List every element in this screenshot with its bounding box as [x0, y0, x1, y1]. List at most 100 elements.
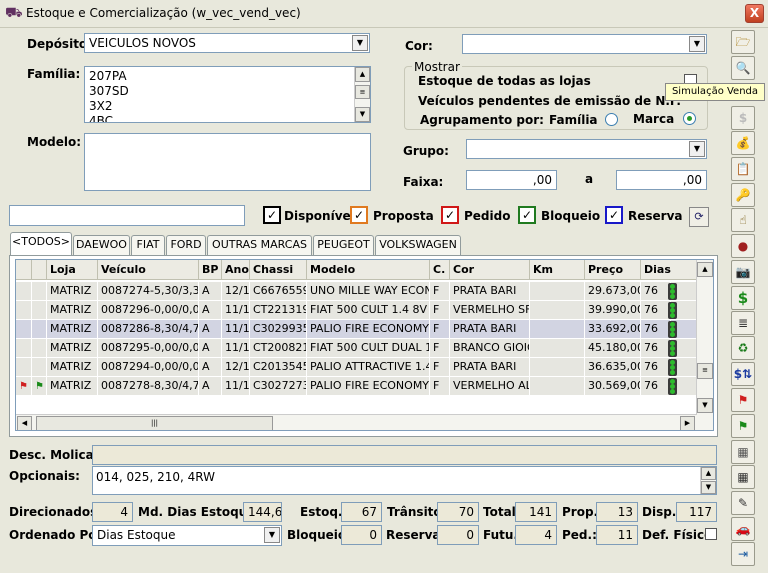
cell-chassi: C2013545 [250, 358, 307, 377]
table-row[interactable]: ⚑⚑MATRIZ0087278-8,30/4,70A11/12C3027273P… [16, 377, 697, 396]
ordenado-select[interactable]: Dias Estoque ▼ [92, 525, 282, 546]
total-value: 141 [515, 502, 557, 522]
list-item[interactable]: 3X2 [89, 99, 366, 114]
chevron-down-icon[interactable]: ▼ [689, 36, 705, 52]
opcionais-field[interactable]: 014, 025, 210, 4RW ▲ ▼ [92, 466, 717, 495]
hand-document-icon[interactable]: ☝ [731, 208, 755, 232]
dollar-disabled-icon[interactable]: $ [731, 106, 755, 130]
column-header-modelo[interactable]: Modelo [307, 260, 430, 280]
tab-outras-marcas[interactable]: OUTRAS MARCAS [207, 235, 312, 255]
red-flag-icon[interactable]: ⚑ [731, 388, 755, 412]
grid-hscrollbar[interactable]: ◀ ||| ▶ [16, 414, 697, 430]
grupo-select[interactable]: ▼ [466, 139, 707, 159]
pedido-checkbox[interactable]: ✓ [441, 206, 459, 224]
dollar-icon[interactable]: $ [731, 286, 755, 310]
open-folder-icon[interactable]: 🗁 [731, 30, 755, 54]
disponivel-checkbox[interactable]: ✓ [263, 206, 281, 224]
column-header-c[interactable]: C. [430, 260, 450, 280]
tab-daewoo[interactable]: DAEWOO [73, 235, 130, 255]
vehicle-grid[interactable]: Loja Veículo BP Ano Chassi Modelo C. Cor… [15, 259, 714, 431]
def-fisico-checkbox[interactable] [705, 528, 717, 540]
familia-list[interactable]: 207PA 307SD 3X2 4BC ▲ ≡ ▼ [84, 66, 371, 123]
familia-scrollbar[interactable]: ▲ ≡ ▼ [354, 67, 370, 122]
calculator-icon[interactable]: ▦ [731, 465, 755, 489]
scroll-up-icon[interactable]: ▲ [697, 262, 713, 277]
tab-fiat[interactable]: FIAT [131, 235, 165, 255]
column-header-bp[interactable]: BP [199, 260, 222, 280]
column-header-cor[interactable]: Cor [450, 260, 530, 280]
cell-cor: PRATA BARI [450, 282, 530, 301]
marca-radio[interactable] [683, 112, 696, 125]
column-header-dias[interactable]: Dias [641, 260, 697, 280]
reserva-checkbox[interactable]: ✓ [605, 206, 623, 224]
chevron-down-icon[interactable]: ▼ [689, 141, 705, 157]
bloqueio-checkbox[interactable]: ✓ [518, 206, 536, 224]
modelo-input[interactable] [84, 133, 371, 191]
camera-icon[interactable]: 📷 [731, 260, 755, 284]
scroll-thumb[interactable]: ≡ [697, 363, 713, 379]
scroll-up-icon[interactable]: ▲ [355, 67, 370, 82]
scroll-left-icon[interactable]: ◀ [17, 416, 32, 430]
traffic-light-icon[interactable]: ● [731, 234, 755, 258]
deposito-select[interactable]: VEICULOS NOVOS ▼ [84, 33, 370, 53]
cor-select[interactable]: ▼ [462, 34, 707, 54]
money-bag-icon[interactable]: 💰 [731, 131, 755, 155]
clipboard-icon[interactable]: 📋 [731, 157, 755, 181]
transito-value: 70 [437, 502, 479, 522]
scroll-right-icon[interactable]: ▶ [680, 416, 695, 430]
table-row[interactable]: MATRIZ0087274-5,30/3,30A12/12C6676559UNO… [16, 282, 697, 301]
tab-todos[interactable]: <TODOS> [10, 232, 72, 256]
column-header-veiculo[interactable]: Veículo [98, 260, 199, 280]
cell-c: F [430, 320, 450, 339]
recycle-icon[interactable]: ♻ [731, 336, 755, 360]
scroll-down-icon[interactable]: ▼ [355, 107, 370, 122]
chevron-down-icon[interactable]: ▼ [352, 35, 368, 51]
grid-edit-icon[interactable]: ▦ [731, 440, 755, 464]
car-icon[interactable]: 🚗 [731, 517, 755, 541]
column-header-ano[interactable]: Ano [222, 260, 250, 280]
tab-ford[interactable]: FORD [166, 235, 206, 255]
column-header-preco[interactable]: Preço [585, 260, 641, 280]
opcionais-scrollbar[interactable]: ▲ ▼ [700, 467, 716, 494]
column-header-chassi[interactable]: Chassi [250, 260, 307, 280]
dollar-transfer-icon[interactable]: $⇅ [731, 362, 755, 386]
list-item[interactable]: 207PA [89, 69, 366, 84]
cell-c: F [430, 339, 450, 358]
column-header-km[interactable]: Km [530, 260, 585, 280]
scroll-up-icon[interactable]: ▲ [701, 467, 716, 480]
list-item[interactable]: 4BC [89, 114, 366, 122]
faixa-from-input[interactable]: ,00 [466, 170, 557, 190]
desc-molicar-label: Desc. Molicar: [9, 448, 105, 462]
opcionais-label: Opcionais: [9, 469, 80, 483]
table-row[interactable]: MATRIZ0087296-0,00/0,00A11/12CT221319FIA… [16, 301, 697, 320]
green-flag-icon[interactable]: ⚑ [731, 414, 755, 438]
tab-peugeot[interactable]: PEUGEOT [313, 235, 374, 255]
key-icon[interactable]: 🔑 [731, 183, 755, 207]
familia-radio[interactable] [605, 113, 618, 126]
scroll-thumb[interactable]: ||| [36, 416, 273, 430]
list-icon[interactable]: ≣ [731, 311, 755, 335]
exit-door-icon[interactable]: ⇥ [731, 542, 755, 566]
scroll-thumb[interactable]: ≡ [355, 85, 370, 99]
tab-volkswagen[interactable]: VOLKSWAGEN [375, 235, 461, 255]
grid-vscrollbar[interactable]: ▲ ≡ ▼ [696, 260, 713, 430]
chart-edit-icon[interactable]: ✎ [731, 491, 755, 515]
list-item[interactable]: 307SD [89, 84, 366, 99]
refresh-icon[interactable]: ⟳ [689, 207, 709, 227]
table-row[interactable]: MATRIZ0087294-0,00/0,00A12/12C2013545PAL… [16, 358, 697, 377]
proposta-checkbox[interactable]: ✓ [350, 206, 368, 224]
table-row[interactable]: MATRIZ0087286-8,30/4,70A11/12C3029935PAL… [16, 320, 697, 339]
column-header-loja[interactable]: Loja [47, 260, 98, 280]
row-marker-cell: ⚑ [16, 377, 32, 396]
scroll-down-icon[interactable]: ▼ [701, 481, 716, 494]
search-input[interactable] [9, 205, 245, 226]
faixa-to-input[interactable]: ,00 [616, 170, 707, 190]
chevron-down-icon[interactable]: ▼ [264, 527, 280, 543]
traffic-light-icon [668, 321, 677, 338]
table-row[interactable]: MATRIZ0087295-0,00/0,00A11/12CT200821FIA… [16, 339, 697, 358]
scroll-down-icon[interactable]: ▼ [697, 398, 713, 413]
row-marker-cell [16, 339, 32, 358]
close-button[interactable]: X [745, 4, 764, 23]
search-document-icon[interactable]: 🔍 [731, 56, 755, 80]
faixa-separator: a [585, 172, 594, 186]
